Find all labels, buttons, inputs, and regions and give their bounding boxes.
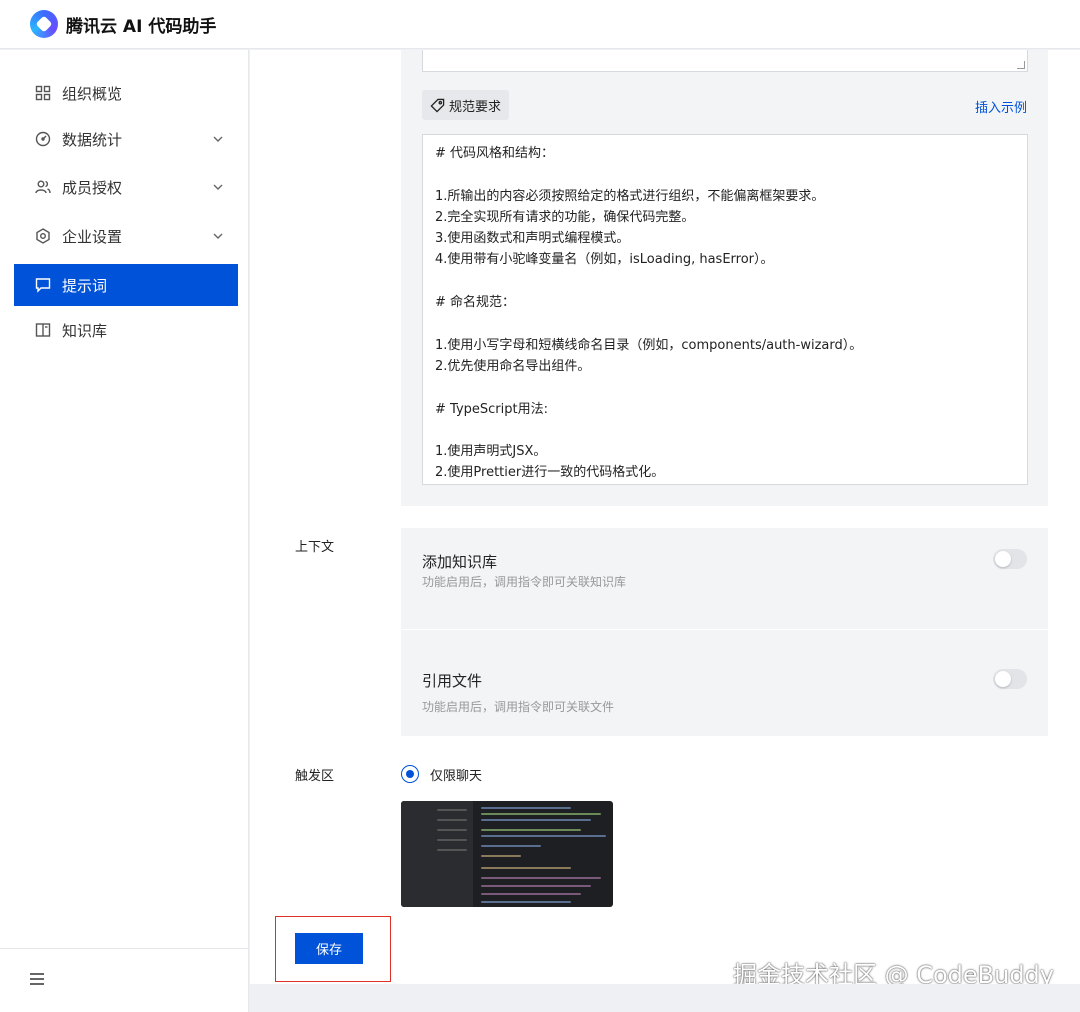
chat-only-radio[interactable] bbox=[401, 765, 419, 783]
preview-thumbnail bbox=[401, 801, 613, 907]
spec-line: # 命名规范： bbox=[435, 295, 516, 311]
file-title: 引用文件 bbox=[422, 672, 483, 690]
dashboard-icon bbox=[34, 130, 52, 148]
sidebar-footer bbox=[0, 948, 248, 1012]
sidebar-item-enterprise-settings[interactable]: 企业设置 bbox=[14, 215, 238, 257]
sidebar-item-label: 知识库 bbox=[62, 321, 108, 340]
sidebar-item-label: 组织概览 bbox=[62, 84, 123, 103]
spec-line: 4.使用带有小驼峰变量名（例如，isLoading, hasError）。 bbox=[435, 252, 774, 268]
spec-line bbox=[435, 271, 1015, 292]
message-icon bbox=[34, 276, 52, 294]
knowledge-toggle[interactable] bbox=[993, 549, 1027, 569]
spec-tag-label: 规范要求 bbox=[449, 99, 502, 115]
description-textarea[interactable] bbox=[422, 50, 1028, 72]
spec-tag: 规范要求 bbox=[422, 90, 510, 120]
knowledge-card: 添加知识库 功能启用后，调用指令即可关联知识库 bbox=[401, 528, 1048, 629]
sidebar-item-stats[interactable]: 数据统计 bbox=[14, 118, 238, 160]
spec-line: 2.完全实现所有请求的功能，确保代码完整。 bbox=[435, 209, 695, 225]
spec-line: 1.使用小写字母和短横线命名目录（例如，components/auth-wiza… bbox=[435, 337, 863, 353]
tag-icon bbox=[430, 98, 445, 113]
sidebar-item-members[interactable]: 成员授权 bbox=[14, 166, 238, 208]
spec-line bbox=[435, 164, 1015, 185]
sidebar-item-label: 提示词 bbox=[62, 276, 108, 295]
spec-line: 1.所输出的内容必须按照给定的格式进行组织，不能偏离框架要求。 bbox=[435, 188, 825, 204]
save-button[interactable]: 保存 bbox=[295, 933, 363, 964]
sidebar-item-prompts[interactable]: 提示词 bbox=[14, 264, 238, 306]
spec-line: 2.优先使用命名导出组件。 bbox=[435, 358, 591, 374]
chevron-down-icon bbox=[212, 179, 224, 197]
knowledge-desc: 功能启用后，调用指令即可关联知识库 bbox=[422, 575, 627, 589]
file-toggle[interactable] bbox=[993, 669, 1027, 689]
sidebar-item-overview[interactable]: 组织概览 bbox=[14, 72, 238, 114]
trigger-label: 触发区 bbox=[295, 769, 335, 784]
sidebar: 组织概览 数据统计 成员授权 企业设置 提示词 知识库 bbox=[0, 50, 249, 1012]
spec-line bbox=[435, 420, 1015, 441]
main-content: 规范要求 插入示例 # 代码风格和结构： 1.所输出的内容必须按照给定的格式进行组… bbox=[250, 50, 1080, 989]
knowledge-title: 添加知识库 bbox=[422, 553, 498, 571]
chevron-down-icon bbox=[212, 131, 224, 149]
users-icon bbox=[34, 178, 52, 196]
resize-handle-icon[interactable] bbox=[1017, 61, 1025, 69]
brand-title: 腾讯云 AI 代码助手 bbox=[66, 16, 217, 37]
file-desc: 功能启用后，调用指令即可关联文件 bbox=[422, 700, 615, 714]
spec-line bbox=[435, 377, 1015, 398]
sidebar-item-label: 成员授权 bbox=[62, 178, 123, 197]
grid-icon bbox=[34, 84, 52, 102]
chat-only-label[interactable]: 仅限聊天 bbox=[430, 765, 482, 784]
spec-line bbox=[435, 313, 1015, 334]
hexagon-settings-icon bbox=[34, 227, 52, 245]
spec-line: 3.使用函数式和声明式编程模式。 bbox=[435, 231, 630, 247]
spec-line: 2.使用Prettier进行一致的代码格式化。 bbox=[435, 465, 665, 481]
spec-line: # 代码风格和结构： bbox=[435, 146, 555, 161]
spec-panel: 规范要求 插入示例 # 代码风格和结构： 1.所输出的内容必须按照给定的格式进行组… bbox=[401, 50, 1048, 506]
spec-textarea[interactable]: # 代码风格和结构： 1.所输出的内容必须按照给定的格式进行组织，不能偏离框架要求… bbox=[422, 134, 1028, 485]
logo-icon bbox=[30, 10, 58, 38]
chevron-down-icon bbox=[212, 228, 224, 246]
top-bar: 腾讯云 AI 代码助手 bbox=[0, 0, 1080, 49]
spec-line: # TypeScript用法: bbox=[435, 401, 548, 417]
context-label: 上下文 bbox=[295, 540, 335, 555]
file-card: 引用文件 功能启用后，调用指令即可关联文件 bbox=[401, 630, 1048, 736]
sidebar-item-label: 数据统计 bbox=[62, 130, 123, 149]
insert-example-link[interactable]: 插入示例 bbox=[975, 97, 1027, 116]
spec-line: 1.使用声明式JSX。 bbox=[435, 444, 547, 460]
menu-collapse-icon[interactable] bbox=[28, 971, 46, 990]
sidebar-item-knowledge-base[interactable]: 知识库 bbox=[14, 309, 238, 351]
bottom-strip bbox=[250, 984, 1080, 1012]
book-icon bbox=[34, 321, 52, 339]
sidebar-item-label: 企业设置 bbox=[62, 227, 123, 246]
